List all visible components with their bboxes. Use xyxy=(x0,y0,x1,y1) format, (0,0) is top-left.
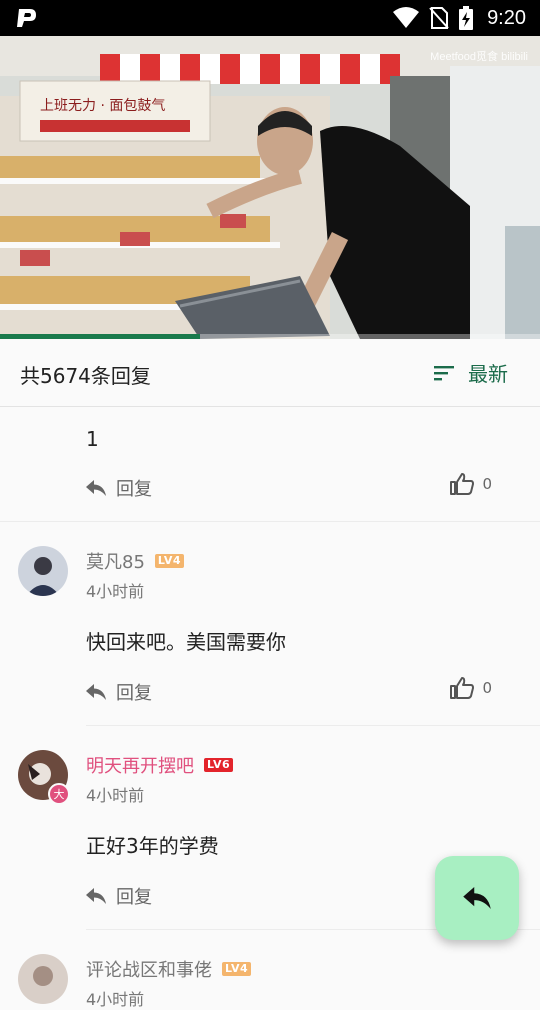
reply-label: 回复 xyxy=(116,887,152,908)
reply-count: 共5674条回复 xyxy=(20,364,151,388)
sort-label: 最新 xyxy=(468,362,508,386)
comment-author[interactable]: 莫凡85 xyxy=(86,548,145,574)
comment-time: 4小时前 xyxy=(86,582,145,601)
reply-button[interactable]: 回复 xyxy=(86,883,152,909)
sort-icon xyxy=(434,365,454,380)
comment-time: 4小时前 xyxy=(86,990,145,1009)
comment-author[interactable]: 明天再开摆吧 xyxy=(86,752,194,778)
reply-arrow-icon xyxy=(86,888,106,904)
like-count: 0 xyxy=(482,475,492,493)
app-p-icon xyxy=(17,9,36,27)
reply-sort-bar: 共5674条回复 最新 xyxy=(0,340,540,407)
write-reply-button[interactable] xyxy=(435,856,519,940)
comment-time: 4小时前 xyxy=(86,786,145,805)
status-bar: 9:20 xyxy=(0,0,540,36)
reply-button[interactable]: 回复 xyxy=(86,475,152,501)
comment-content: 快回来吧。美国需要你 xyxy=(86,630,286,654)
like-button[interactable]: 0 xyxy=(450,473,492,495)
comment-item: 莫凡85 LV4 4小时前 快回来吧。美国需要你 回复 0 xyxy=(18,522,540,726)
shelf-sign-text: 上班无力 · 面包鼓气 xyxy=(40,98,165,114)
wifi-icon xyxy=(393,7,420,28)
video-progress-bar[interactable] xyxy=(0,334,540,339)
battery-charging-icon xyxy=(459,6,474,30)
comment-content: 正好3年的学费 xyxy=(86,834,219,858)
like-count: 0 xyxy=(482,679,492,697)
sort-button[interactable]: 最新 xyxy=(434,358,508,387)
avatar[interactable] xyxy=(18,546,68,596)
comment-content: 1 xyxy=(86,427,99,451)
comment-item: 1 回复 0 xyxy=(0,427,540,522)
avatar-badge: 大 xyxy=(48,783,70,805)
no-sim-icon xyxy=(429,7,449,29)
video-frame: 上班无力 · 面包鼓气 xyxy=(0,36,540,339)
thumbs-up-icon xyxy=(450,677,475,699)
video-watermark: Meetfood觅食 bilibili xyxy=(430,51,528,63)
user-level-badge: LV6 xyxy=(204,758,234,772)
reply-arrow-icon xyxy=(463,887,491,909)
user-level-badge: LV4 xyxy=(222,962,252,976)
reply-label: 回复 xyxy=(116,683,152,704)
reply-button[interactable]: 回复 xyxy=(86,679,152,705)
user-level-badge: LV4 xyxy=(154,554,185,568)
thumbs-up-icon xyxy=(450,473,475,495)
comment-item: 评论战区和事佬 LV4 4小时前 xyxy=(18,930,540,1010)
reply-arrow-icon xyxy=(86,480,106,496)
reply-label: 回复 xyxy=(116,479,152,500)
clock: 9:20 xyxy=(487,6,526,29)
like-button[interactable]: 0 xyxy=(450,677,492,699)
video-player[interactable]: 上班无力 · 面包鼓气 Meetfood觅食 bilibili xyxy=(0,36,540,339)
avatar[interactable] xyxy=(18,954,68,1004)
reply-arrow-icon xyxy=(86,684,106,700)
video-progress-fill xyxy=(0,334,200,339)
